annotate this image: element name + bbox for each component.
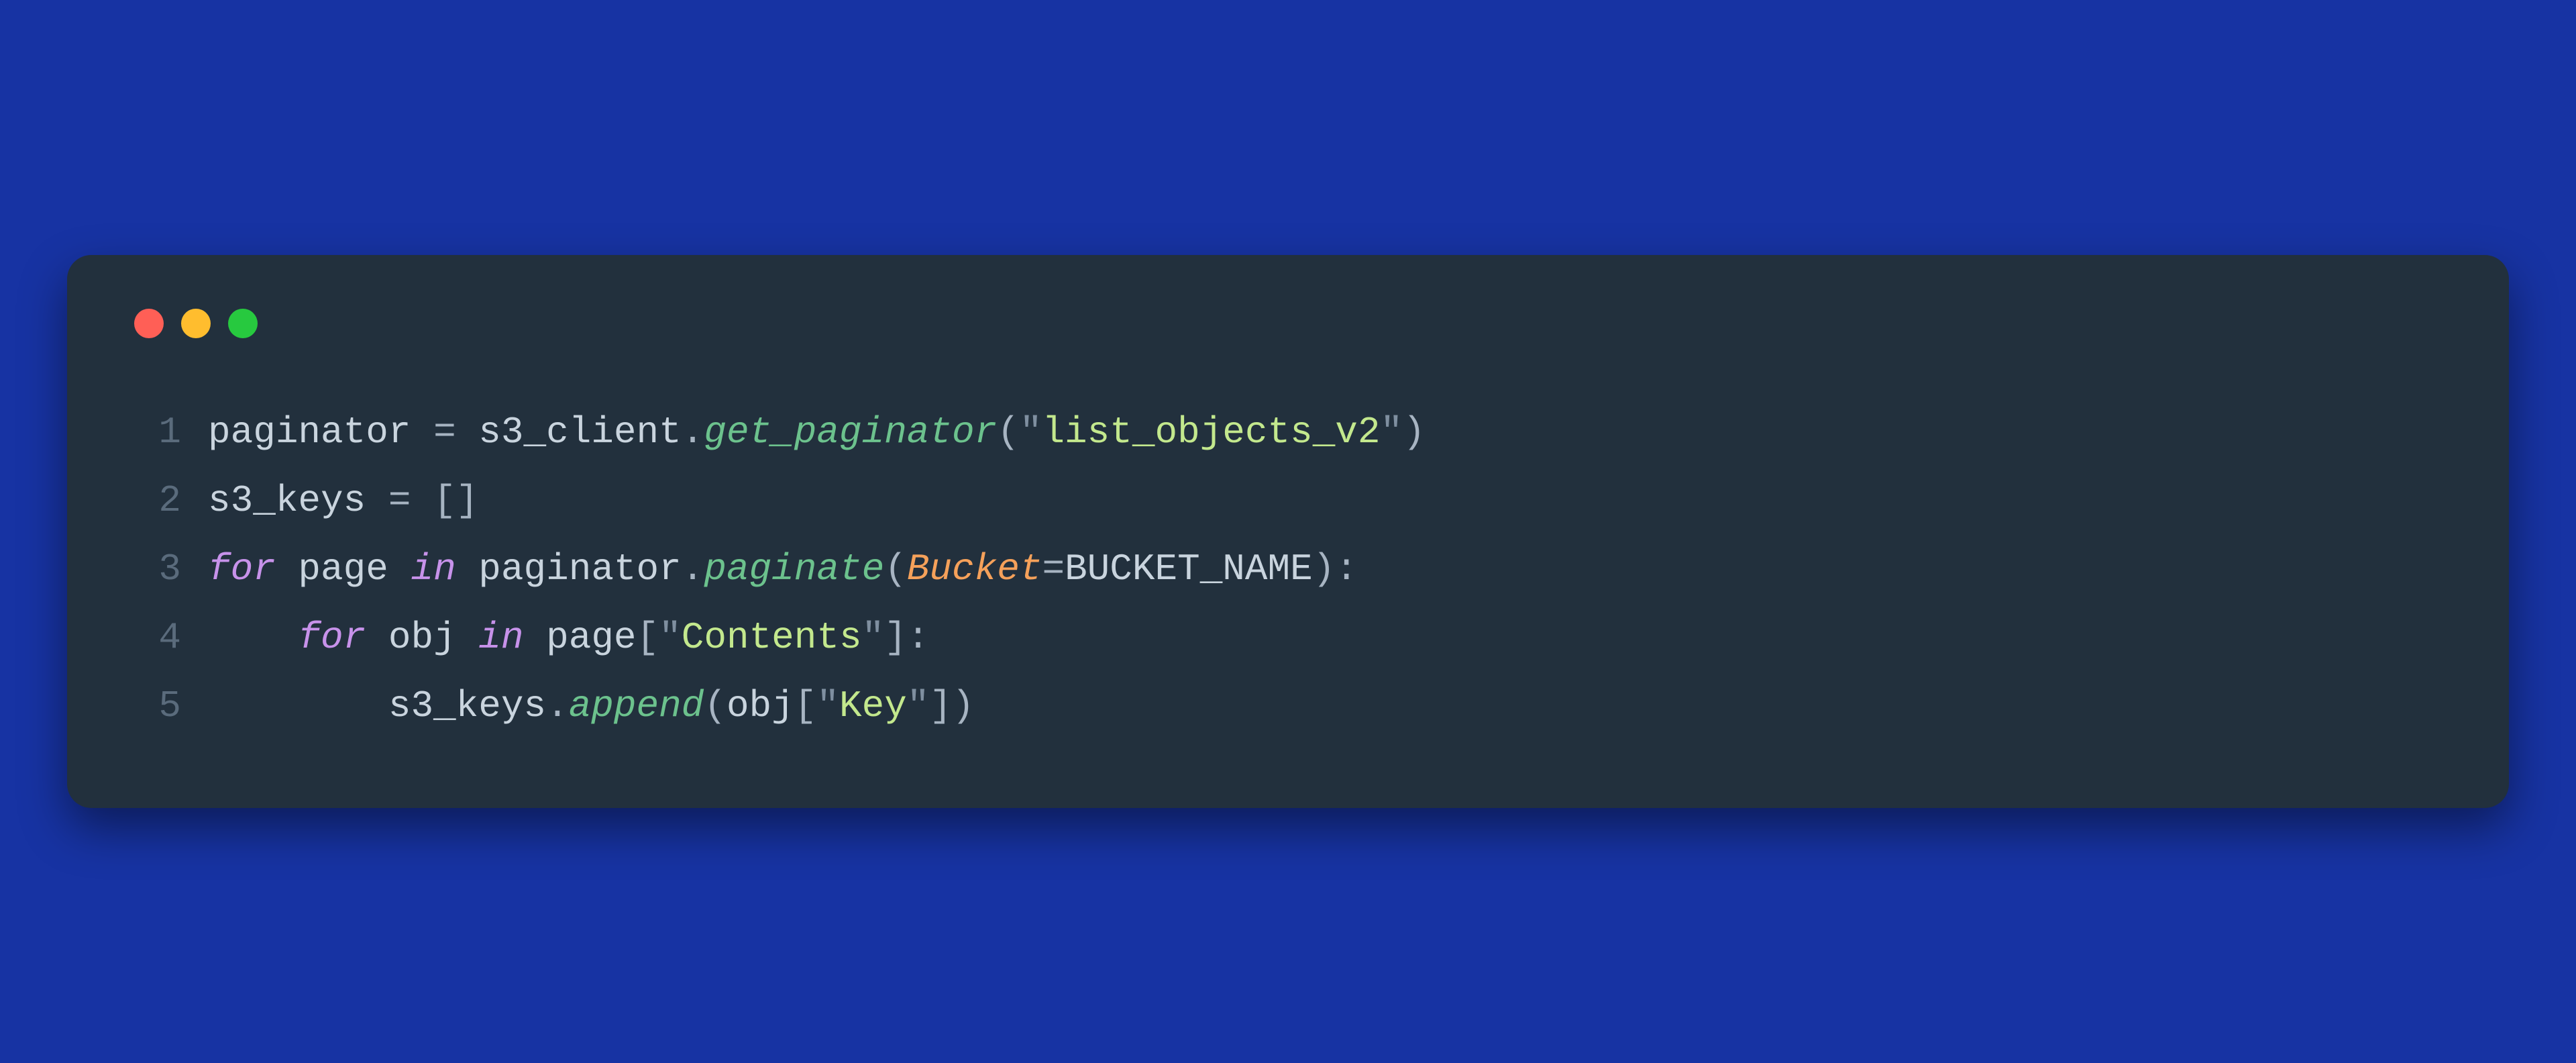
code-token: s3_keys bbox=[208, 479, 388, 522]
code-token: ]) bbox=[929, 685, 974, 727]
code-block: 1paginator = s3_client.get_paginator("li… bbox=[134, 399, 2442, 741]
code-token: page bbox=[524, 616, 637, 659]
code-token: . bbox=[682, 548, 704, 591]
code-token: = bbox=[433, 411, 456, 454]
code-token: list_objects_v2 bbox=[1042, 411, 1380, 454]
code-token: in bbox=[411, 548, 455, 591]
code-token: paginator bbox=[456, 548, 682, 591]
code-token: obj bbox=[727, 685, 794, 727]
window-minimize-dot[interactable] bbox=[181, 309, 211, 338]
code-token: " bbox=[1020, 411, 1042, 454]
code-token: . bbox=[682, 411, 704, 454]
code-token bbox=[411, 479, 433, 522]
code-token: = bbox=[388, 479, 411, 522]
window-zoom-dot[interactable] bbox=[228, 309, 258, 338]
code-line: 4 for obj in page["Contents"]: bbox=[134, 604, 2442, 672]
code-token: append bbox=[569, 685, 704, 727]
window-close-dot[interactable] bbox=[134, 309, 164, 338]
line-number: 4 bbox=[134, 604, 181, 672]
code-token: ) bbox=[1403, 411, 1426, 454]
code-token: [ bbox=[794, 685, 817, 727]
code-token: obj bbox=[366, 616, 478, 659]
line-number: 2 bbox=[134, 467, 181, 536]
code-window: 1paginator = s3_client.get_paginator("li… bbox=[67, 255, 2509, 808]
code-token: Contents bbox=[682, 616, 862, 659]
code-token: paginator bbox=[208, 411, 433, 454]
code-token: Key bbox=[839, 685, 907, 727]
code-token: in bbox=[478, 616, 523, 659]
line-number: 3 bbox=[134, 536, 181, 604]
code-token bbox=[208, 616, 298, 659]
code-token: " bbox=[659, 616, 682, 659]
code-token: ( bbox=[704, 685, 727, 727]
code-token: Bucket bbox=[907, 548, 1042, 591]
code-token: " bbox=[816, 685, 839, 727]
code-token: page bbox=[276, 548, 411, 591]
line-number: 5 bbox=[134, 672, 181, 741]
code-line: 2 s3_keys = [] bbox=[134, 467, 2442, 536]
code-token: for bbox=[208, 548, 276, 591]
code-token: get_paginator bbox=[704, 411, 997, 454]
code-token: s3_keys bbox=[208, 685, 546, 727]
code-token: ): bbox=[1313, 548, 1358, 591]
code-token: " bbox=[1381, 411, 1403, 454]
code-token: ( bbox=[997, 411, 1020, 454]
code-token: ( bbox=[884, 548, 907, 591]
code-token: = bbox=[1042, 548, 1065, 591]
code-token: s3_client bbox=[456, 411, 682, 454]
code-token: [] bbox=[433, 479, 478, 522]
code-token: paginate bbox=[704, 548, 884, 591]
code-token: . bbox=[546, 685, 569, 727]
code-line: 5 s3_keys.append(obj["Key"]) bbox=[134, 672, 2442, 741]
code-token: ]: bbox=[884, 616, 929, 659]
code-line: 3 for page in paginator.paginate(Bucket=B… bbox=[134, 536, 2442, 604]
code-token: [ bbox=[637, 616, 659, 659]
window-titlebar bbox=[134, 309, 2442, 338]
code-token: BUCKET_NAME bbox=[1065, 548, 1313, 591]
code-token: " bbox=[862, 616, 885, 659]
line-number: 1 bbox=[134, 399, 181, 467]
code-line: 1paginator = s3_client.get_paginator("li… bbox=[134, 399, 2442, 467]
code-token: for bbox=[298, 616, 366, 659]
code-token: " bbox=[907, 685, 930, 727]
